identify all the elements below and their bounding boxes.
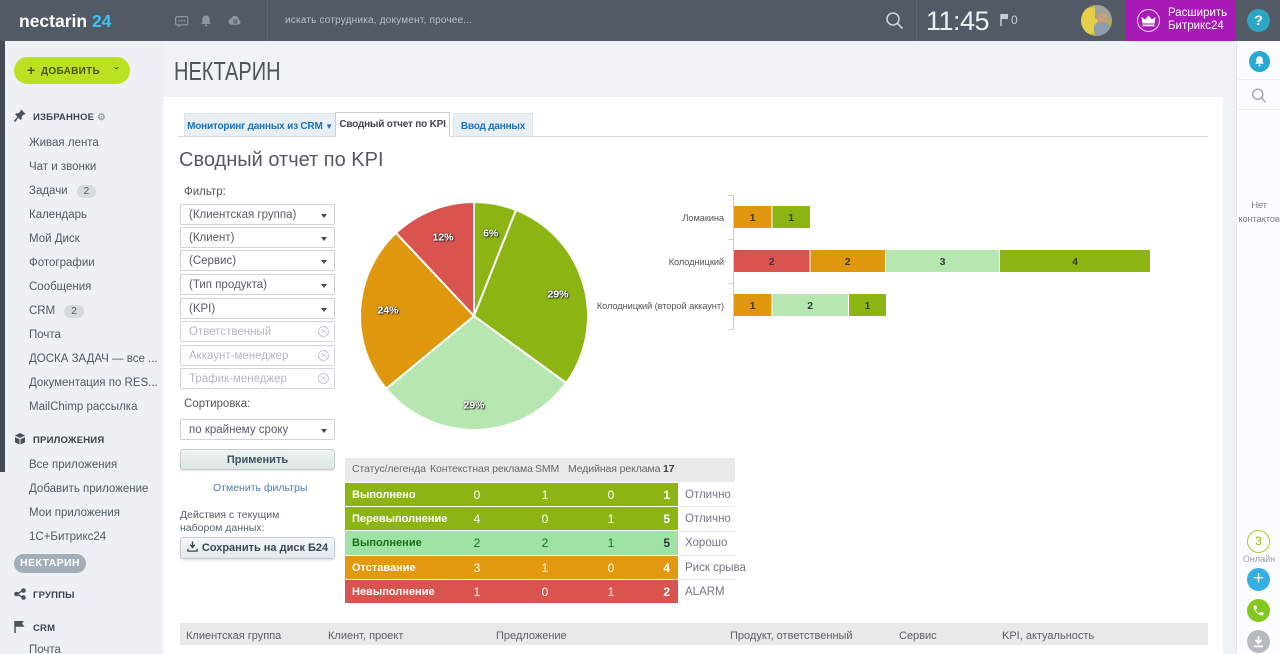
svg-text:2: 2: [845, 256, 851, 268]
svg-text:2: 2: [769, 256, 775, 268]
svg-text:3: 3: [940, 256, 946, 268]
svg-text:12%: 12%: [432, 232, 454, 244]
svg-text:1: 1: [750, 300, 756, 312]
svg-text:24%: 24%: [377, 304, 399, 316]
svg-text:Колодницкий (второй аккаунт): Колодницкий (второй аккаунт): [597, 301, 724, 311]
svg-text:2: 2: [807, 300, 813, 312]
svg-text:6%: 6%: [483, 227, 499, 239]
svg-text:4: 4: [1072, 256, 1078, 268]
svg-text:Колодницкий: Колодницкий: [669, 257, 724, 267]
svg-text:29%: 29%: [463, 399, 485, 411]
svg-text:Ломакина: Ломакина: [682, 213, 725, 223]
svg-text:1: 1: [788, 212, 794, 224]
svg-text:29%: 29%: [547, 289, 569, 301]
svg-text:1: 1: [865, 300, 871, 312]
svg-text:1: 1: [750, 212, 756, 224]
